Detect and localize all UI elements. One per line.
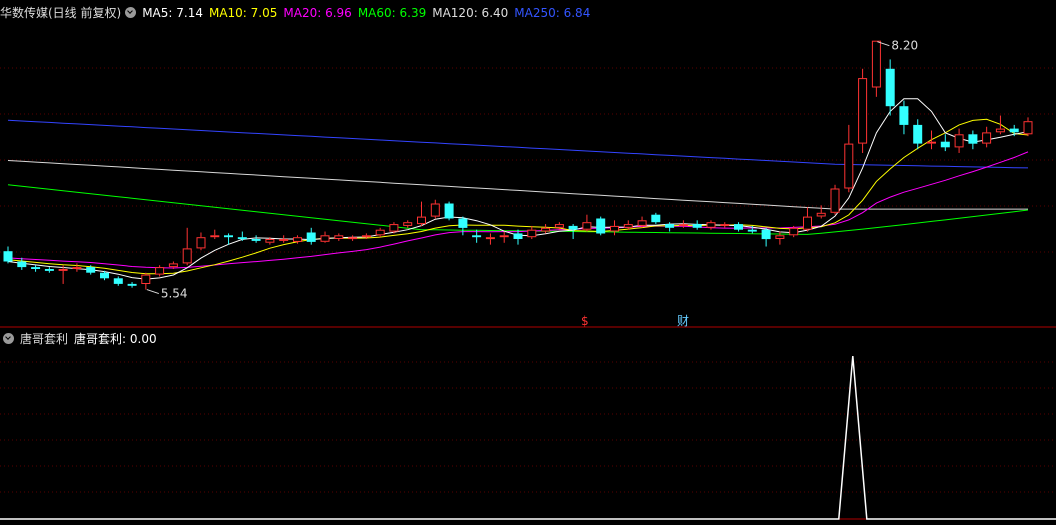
high-price-label: 8.20 xyxy=(891,39,918,53)
candle-body-down xyxy=(568,225,578,230)
candle-body-up xyxy=(196,237,206,249)
candle-body-up xyxy=(1023,121,1033,135)
candle-body-up xyxy=(954,134,964,148)
candle-body-down xyxy=(306,232,316,242)
event-marker-finance[interactable]: 财 xyxy=(677,314,689,328)
candle-body-up xyxy=(72,267,82,270)
candle-body-down xyxy=(1009,128,1019,133)
candle-body-up xyxy=(982,132,992,144)
ma10-line xyxy=(7,118,1029,275)
candle-body-down xyxy=(596,218,606,234)
candle-body-down xyxy=(899,106,909,125)
indicator-header: 唐哥套利 唐哥套利: 0.00 xyxy=(0,329,163,349)
indicator-value: 唐哥套利: 0.00 xyxy=(74,332,157,346)
candle-body-up xyxy=(527,229,537,238)
candle-body-down xyxy=(444,203,454,219)
candle-body-up xyxy=(334,235,344,240)
candle-body-up xyxy=(210,235,220,238)
candle-body-down xyxy=(458,218,468,228)
candle-body-down xyxy=(734,224,743,230)
candle-body-up xyxy=(279,239,289,241)
candle-body-down xyxy=(86,267,96,273)
candle-body-up xyxy=(623,224,633,228)
candle-body-up xyxy=(182,248,192,264)
ma120-label: MA120: 6.40 xyxy=(432,6,509,20)
candle-body-up xyxy=(789,227,799,236)
candle-body-down xyxy=(251,239,261,241)
candle-body-up xyxy=(927,141,936,144)
candle-body-down xyxy=(17,261,27,268)
ma10-label: MA10: 7.05 xyxy=(208,6,278,20)
candle-body-up xyxy=(265,239,275,243)
candle-body-down xyxy=(651,214,661,223)
main-header: 华数传媒(日线 前复权) MA5: 7.14 MA10: 7.05 MA20: 6.9… xyxy=(0,3,596,23)
candle-body-down xyxy=(127,283,137,286)
indicator-line xyxy=(0,356,1056,520)
candle-body-down xyxy=(513,233,523,239)
candle-body-down xyxy=(761,229,771,240)
indicator-dropdown-icon[interactable] xyxy=(3,333,14,344)
ma60-label: MA60: 6.39 xyxy=(357,6,427,20)
ma5-label: MA5: 7.14 xyxy=(142,6,203,20)
candle-body-down xyxy=(100,272,109,279)
candle-body-up xyxy=(348,237,358,240)
candle-body-down xyxy=(3,251,13,262)
candle-body-up xyxy=(168,263,178,268)
candle-body-up xyxy=(720,224,730,227)
candle-body-up xyxy=(403,222,413,226)
candle-body-up xyxy=(803,216,812,230)
candle-body-down xyxy=(113,278,123,284)
candle-body-up xyxy=(858,78,868,144)
candle-body-up xyxy=(844,143,854,189)
candle-body-up xyxy=(995,128,1005,133)
settings-dropdown-icon[interactable] xyxy=(125,7,137,18)
candle-body-down xyxy=(237,237,247,240)
candle-body-down xyxy=(665,224,675,228)
candle-body-down xyxy=(913,124,923,144)
candle-body-up xyxy=(678,224,688,227)
event-marker-dividend[interactable]: $ xyxy=(581,314,589,328)
candle-body-down xyxy=(747,229,757,232)
candle-body-down xyxy=(692,224,702,228)
ma250-line xyxy=(7,119,1029,169)
candle-body-down xyxy=(224,235,233,238)
ma20-label: MA20: 6.96 xyxy=(283,6,352,20)
candle-body-up xyxy=(293,237,302,242)
candle-body-up xyxy=(499,235,509,238)
candle-body-up xyxy=(375,229,385,236)
candle-body-up xyxy=(582,222,592,230)
chart-stage: 8.20 5.54 华数传媒(日线 前复权) MA5: 7.14 MA10: 7.05… xyxy=(0,0,1056,525)
candle-body-up xyxy=(485,237,495,240)
candle-body-up xyxy=(430,203,440,217)
candle-body-up xyxy=(141,274,151,285)
low-marker-arrow xyxy=(146,289,159,295)
low-price-label: 5.54 xyxy=(161,287,188,301)
candle-body-down xyxy=(31,267,41,269)
candle-body-up xyxy=(775,235,785,240)
candle-body-up xyxy=(871,40,881,88)
candle-body-down xyxy=(44,269,54,271)
candle-body-up xyxy=(706,222,716,228)
candle-body-down xyxy=(472,235,482,238)
candle-body-up xyxy=(58,269,68,271)
indicator-name: 唐哥套利 xyxy=(20,332,69,346)
candle-body-down xyxy=(968,134,978,144)
candle-body-up xyxy=(541,227,551,232)
candle-body-up xyxy=(361,235,371,238)
candle-body-up xyxy=(637,220,647,226)
candle-body-up xyxy=(417,216,426,225)
candle-body-down xyxy=(885,68,895,107)
ma250-label: MA250: 6.84 xyxy=(514,6,591,20)
main-chart: 8.20 5.54 xyxy=(0,39,1056,520)
candle-body-up xyxy=(830,188,840,213)
candle-body-up xyxy=(389,224,399,232)
candle-body-up xyxy=(610,225,619,232)
candle-body-down xyxy=(940,141,950,148)
stock-title: 华数传媒(日线 前复权) xyxy=(0,6,122,20)
candle-body-up xyxy=(554,224,564,228)
candle-body-up xyxy=(155,267,165,275)
candle-body-up xyxy=(320,235,330,242)
candle-body-up xyxy=(816,212,826,217)
